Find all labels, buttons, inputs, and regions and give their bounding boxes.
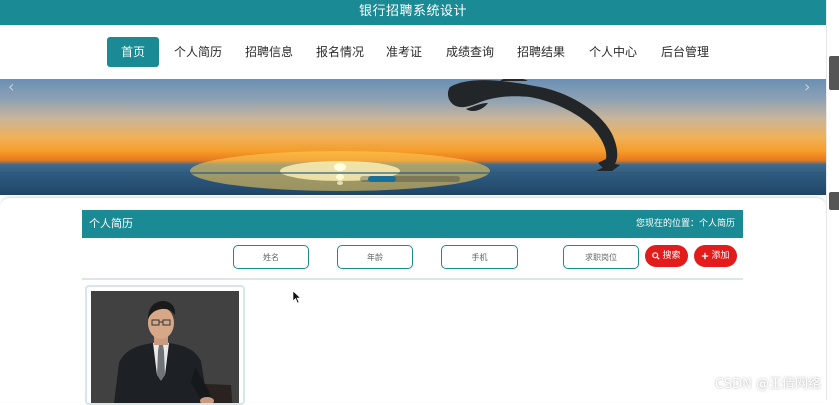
nav-item-recruit-result[interactable]: 招聘结果 xyxy=(515,37,567,67)
search-button[interactable]: 搜索 xyxy=(645,245,688,267)
carousel-indicator[interactable] xyxy=(360,176,460,182)
nav-item-job-info[interactable]: 招聘信息 xyxy=(243,37,295,67)
nav-item-admin[interactable]: 后台管理 xyxy=(659,37,711,67)
position-search-input[interactable] xyxy=(563,245,639,269)
search-button-label: 搜索 xyxy=(662,251,681,261)
person-portrait xyxy=(91,291,239,403)
carousel-dot-active[interactable] xyxy=(368,176,396,182)
nav-item-registration[interactable]: 报名情况 xyxy=(314,37,366,67)
side-collapse-tab[interactable] xyxy=(829,192,839,210)
nav-item-admission-ticket[interactable]: 准考证 xyxy=(382,37,426,67)
chevron-right-icon[interactable]: › xyxy=(804,79,824,95)
app-title: 银行招聘系统设计 xyxy=(358,4,467,19)
nav-item-personal-center[interactable]: 个人中心 xyxy=(587,37,639,67)
section-header: 个人简历 您现在的位置：个人简历 xyxy=(82,210,743,238)
nav-item-resume[interactable]: 个人简历 xyxy=(172,37,224,67)
resume-photo xyxy=(91,291,239,403)
plus-icon xyxy=(702,252,709,259)
watermark: CSDN @王倩网络 xyxy=(714,377,821,392)
chevron-left-icon[interactable]: ‹ xyxy=(8,79,28,95)
app-title-bar: 银行招聘系统设计 xyxy=(0,0,826,25)
nav-item-score-query[interactable]: 成绩查询 xyxy=(444,37,496,67)
banner-carousel[interactable]: ‹ › xyxy=(0,79,826,195)
divider xyxy=(82,278,743,280)
name-search-input[interactable] xyxy=(233,245,309,269)
mouse-cursor-icon xyxy=(293,291,301,303)
section-title: 个人简历 xyxy=(89,217,133,230)
scrollbar-thumb[interactable] xyxy=(829,56,839,90)
breadcrumb: 您现在的位置：个人简历 xyxy=(635,219,735,229)
add-button[interactable]: 添加 xyxy=(694,245,737,267)
main-nav: 首页 个人简历 招聘信息 报名情况 准考证 成绩查询 招聘结果 个人中心 后台管… xyxy=(0,25,826,79)
resume-card[interactable] xyxy=(85,285,245,405)
add-button-label: 添加 xyxy=(711,251,730,261)
phone-search-input[interactable] xyxy=(441,245,518,269)
age-search-input[interactable] xyxy=(337,245,413,269)
search-icon xyxy=(652,251,661,260)
nav-item-home[interactable]: 首页 xyxy=(107,37,159,67)
